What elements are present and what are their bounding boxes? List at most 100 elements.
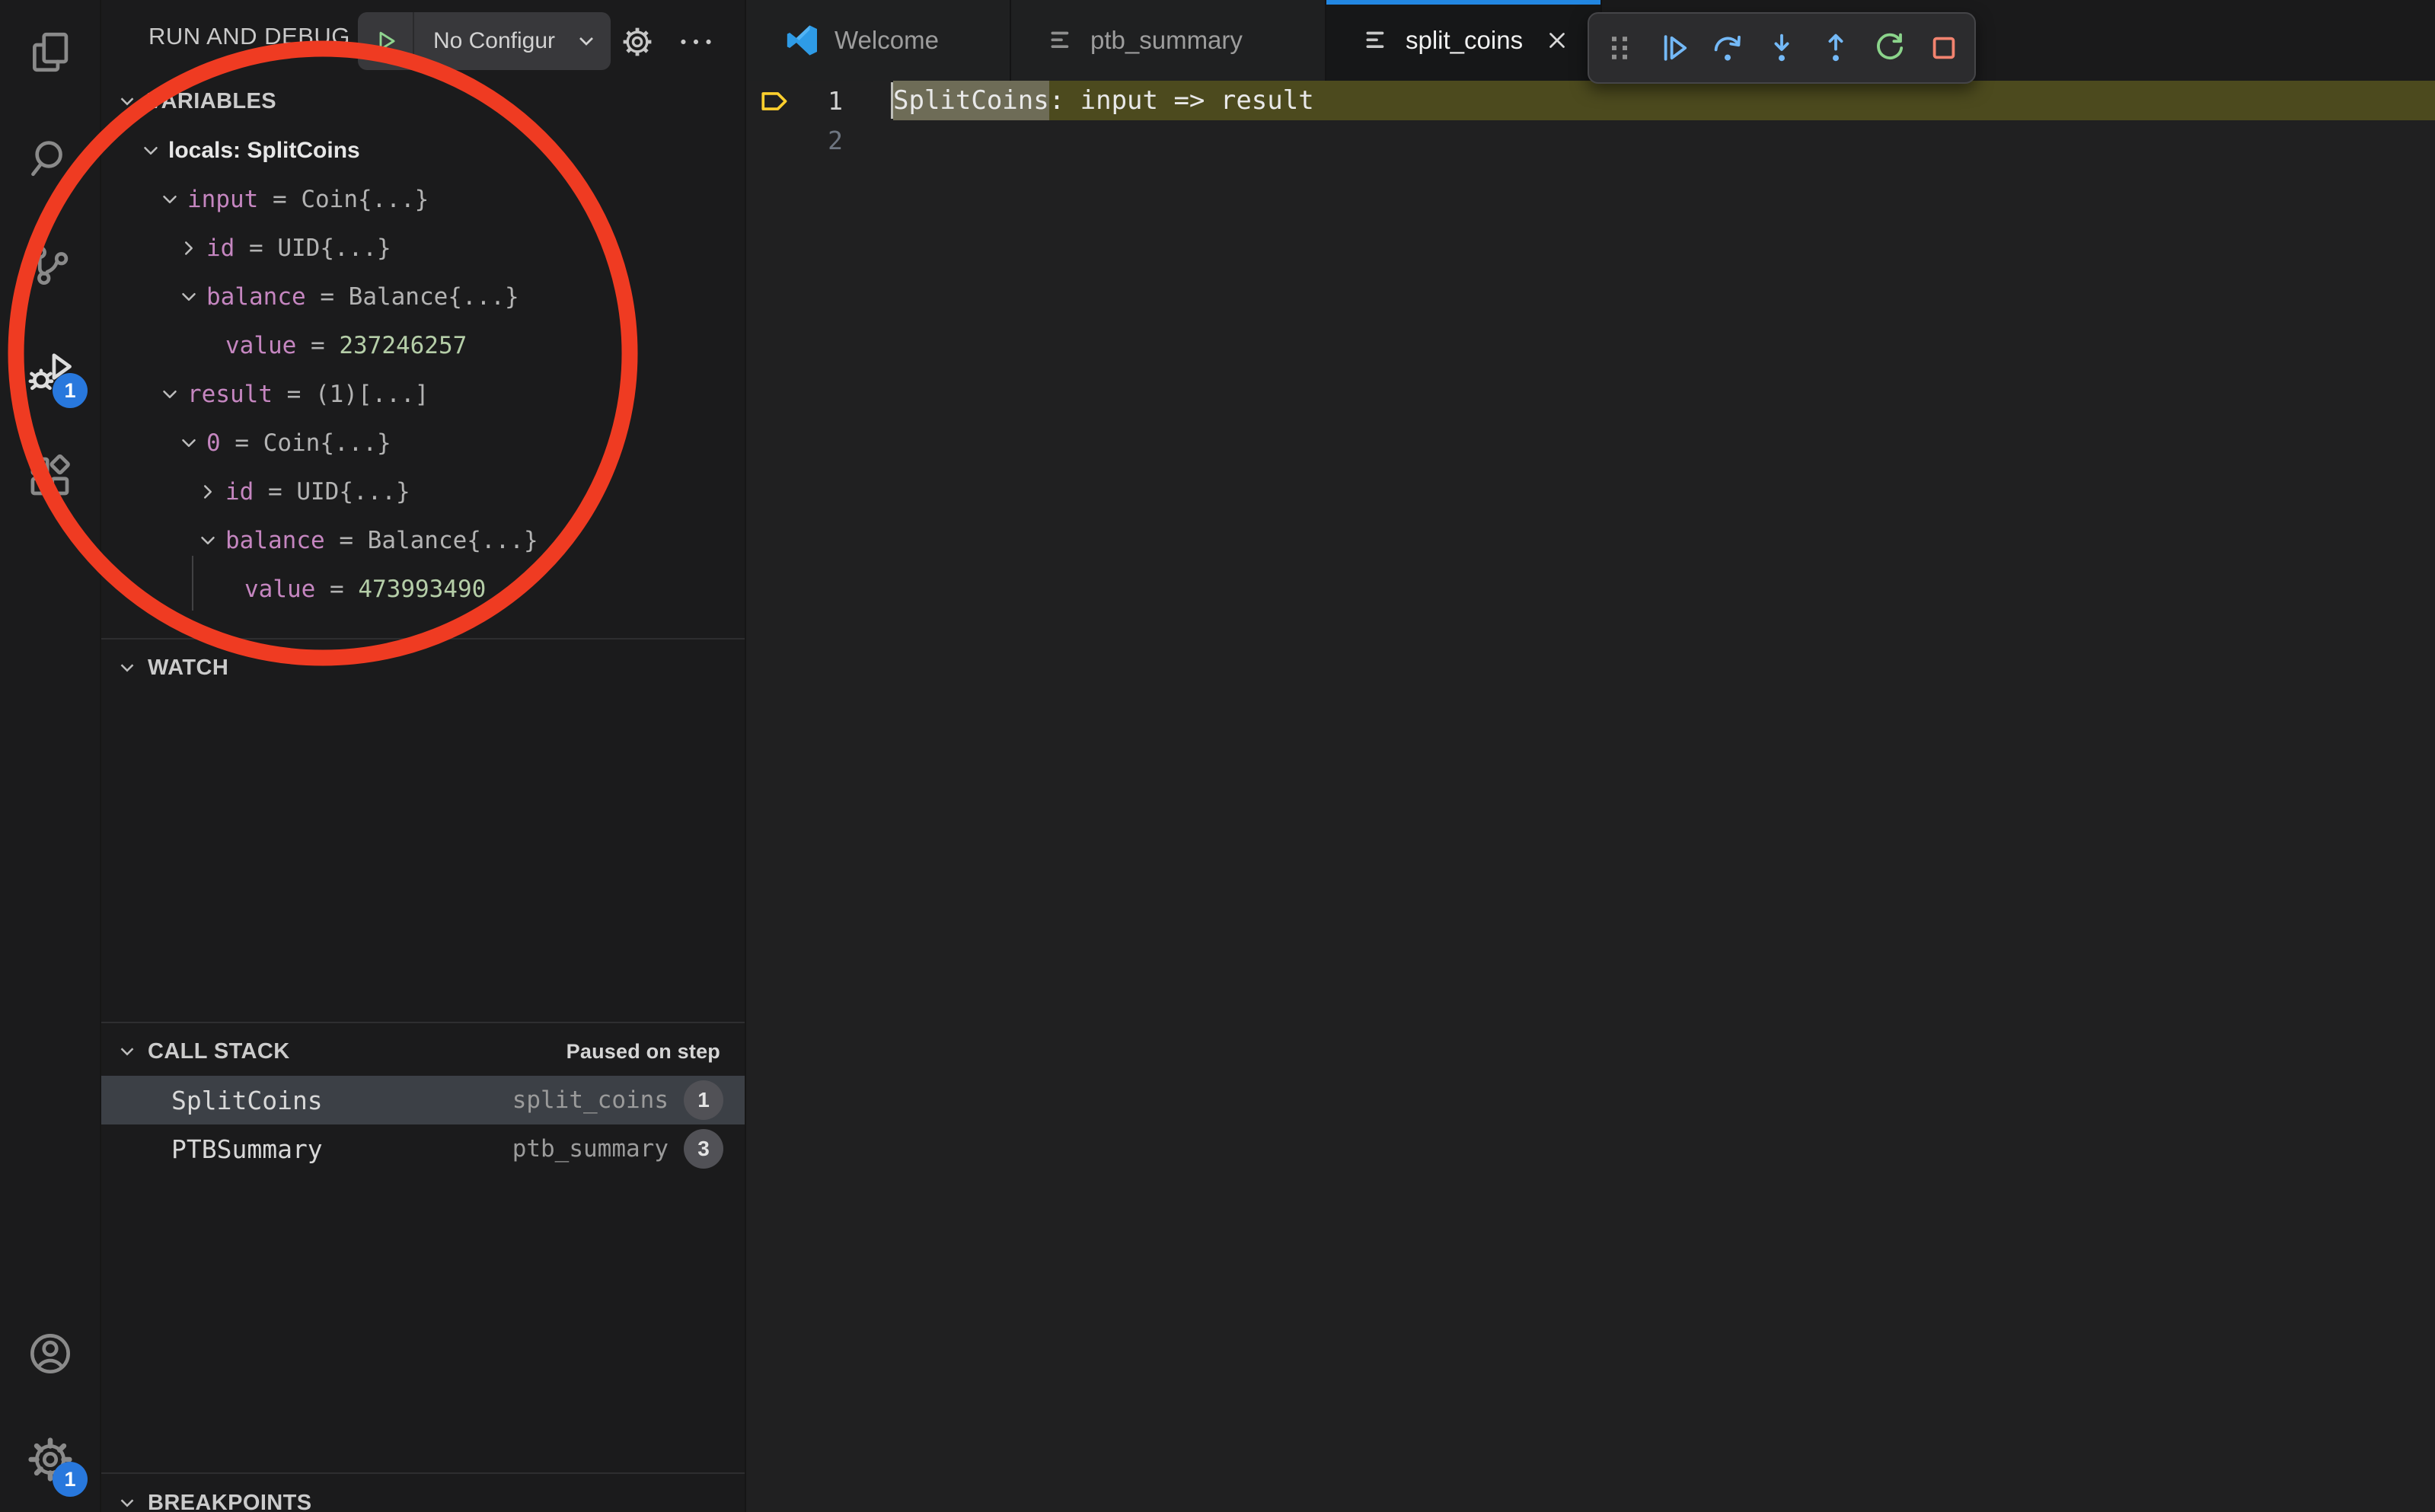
chevron-down-icon: [193, 529, 222, 552]
gripper-button[interactable]: [1596, 24, 1643, 72]
section-header-breakpoints[interactable]: BREAKPOINTS: [101, 1479, 745, 1512]
code-text: SplitCoins: input => result: [893, 81, 2435, 120]
run-debug-sidebar: RUN AND DEBUG No Configur: [101, 0, 746, 1512]
variable-name: balance: [225, 527, 325, 554]
frame-name: PTBSummary: [171, 1134, 323, 1164]
close-icon[interactable]: [1544, 27, 1570, 53]
vscode-window: 1 1 RUN AND DEBUG No Configur: [0, 0, 2435, 1512]
variables-tree-row[interactable]: id = UID{...}: [101, 224, 745, 273]
pause-status-text: Paused on step: [566, 1027, 720, 1076]
activity-item-settings[interactable]: 1: [0, 1406, 100, 1512]
tab-Welcome[interactable]: Welcome: [748, 0, 1011, 81]
variables-tree-row[interactable]: value = 473993490: [101, 565, 745, 614]
variable-value: Coin{...}: [301, 186, 429, 213]
step-out-button[interactable]: [1812, 24, 1859, 72]
stop-button[interactable]: [1920, 24, 1967, 72]
call-stack-frames: SplitCoins split_coins 1 PTBSummary ptb_…: [101, 1076, 745, 1173]
code-line-1[interactable]: 1 SplitCoins: input => result: [748, 81, 2435, 120]
variable-value: Balance{...}: [368, 527, 538, 554]
code-line-2[interactable]: 2: [748, 120, 2435, 160]
file-list-icon: [1046, 25, 1077, 56]
debug-toolbar: [1588, 12, 1976, 84]
variable-name: result: [187, 381, 273, 408]
start-debug-icon[interactable]: [358, 12, 414, 70]
chevron-down-icon: [113, 1040, 142, 1063]
activity-bar: 1 1: [0, 0, 101, 1512]
activity-badge: 1: [53, 373, 88, 408]
activity-bar-top: 1: [0, 0, 100, 529]
activity-item-run-debug[interactable]: 1: [0, 317, 100, 423]
chevron-right-icon: [193, 480, 222, 503]
tab-label: Welcome: [835, 26, 939, 55]
text-cursor: [891, 82, 893, 119]
step-over-button[interactable]: [1704, 24, 1751, 72]
chevron-down-icon: [155, 383, 184, 406]
variable-value: Coin{...}: [263, 429, 391, 457]
variable-value: (1)[...]: [315, 381, 429, 408]
frame-source: ptb_summary: [512, 1135, 669, 1163]
chevron-down-icon: [574, 29, 598, 53]
config-dropdown-label: No Configur: [414, 28, 574, 54]
equals-sign: =: [315, 576, 358, 603]
tab-label: ptb_summary: [1090, 26, 1243, 55]
activity-badge: 1: [53, 1462, 88, 1497]
section-header-watch[interactable]: WATCH: [101, 643, 745, 692]
code-rest: : input => result: [1049, 81, 2435, 120]
variables-tree-row[interactable]: value = 237246257: [101, 321, 745, 370]
continue-button[interactable]: [1650, 24, 1697, 72]
variable-name: value: [244, 576, 315, 603]
variables-tree-row[interactable]: result = (1)[...]: [101, 370, 745, 419]
equals-sign: =: [325, 527, 368, 554]
frame-name: SplitCoins: [171, 1086, 323, 1115]
chevron-down-icon: [174, 285, 203, 308]
frame-source: split_coins: [512, 1086, 669, 1114]
tab-ptb_summary[interactable]: ptb_summary: [1011, 0, 1326, 81]
activity-item-explorer[interactable]: [0, 0, 100, 106]
variable-name: balance: [206, 283, 306, 311]
chevron-down-icon: [155, 188, 184, 211]
variables-tree-row[interactable]: input = Coin{...}: [101, 175, 745, 224]
section-header-variables[interactable]: VARIABLES: [101, 77, 745, 126]
call-stack-frame[interactable]: PTBSummary ptb_summary 3: [101, 1124, 745, 1173]
chevron-down-icon: [174, 432, 203, 455]
equals-sign: =: [235, 234, 277, 262]
section-divider: [101, 638, 745, 640]
section-label: WATCH: [148, 656, 228, 681]
variables-tree: locals: SplitCoinsinput = Coin{...}id = …: [101, 126, 745, 614]
variables-tree-row[interactable]: locals: SplitCoins: [101, 126, 745, 175]
launch-config-dropdown[interactable]: No Configur: [358, 12, 611, 70]
variable-name: input: [187, 186, 258, 213]
sidebar-toolbar: RUN AND DEBUG No Configur: [101, 0, 745, 75]
variables-tree-row[interactable]: id = UID{...}: [101, 467, 745, 516]
section-label: CALL STACK: [148, 1039, 290, 1064]
tab-split_coins[interactable]: split_coins: [1326, 0, 1602, 81]
chevron-down-icon: [113, 90, 142, 113]
section-divider: [101, 1472, 745, 1474]
activity-item-source-control[interactable]: [0, 212, 100, 317]
step-into-button[interactable]: [1758, 24, 1805, 72]
section-divider: [101, 1022, 745, 1023]
restart-button[interactable]: [1866, 24, 1913, 72]
variables-tree-row[interactable]: balance = Balance{...}: [101, 516, 745, 565]
call-stack-frame[interactable]: SplitCoins split_coins 1: [101, 1076, 745, 1124]
activity-item-extensions[interactable]: [0, 423, 100, 529]
gear-icon[interactable]: [619, 24, 656, 60]
variable-value: 237246257: [339, 332, 467, 359]
variable-name: id: [225, 478, 254, 506]
variables-tree-row[interactable]: balance = Balance{...}: [101, 273, 745, 321]
variable-value: UID{...}: [296, 478, 410, 506]
more-actions-icon[interactable]: [676, 30, 716, 53]
activity-item-account[interactable]: [0, 1300, 100, 1406]
indent-guide: [192, 556, 193, 611]
equals-sign: =: [296, 332, 339, 359]
activity-item-search[interactable]: [0, 106, 100, 212]
equals-sign: =: [306, 283, 349, 311]
section-header-call-stack[interactable]: CALL STACK Paused on step: [101, 1027, 745, 1076]
variables-tree-row[interactable]: 0 = Coin{...}: [101, 419, 745, 467]
variable-value: UID{...}: [277, 234, 391, 262]
line-number: 1: [748, 81, 843, 120]
section-label: VARIABLES: [148, 89, 276, 114]
frame-badge: 3: [684, 1129, 723, 1169]
frame-badge: 1: [684, 1080, 723, 1120]
variable-name: 0: [206, 429, 221, 457]
